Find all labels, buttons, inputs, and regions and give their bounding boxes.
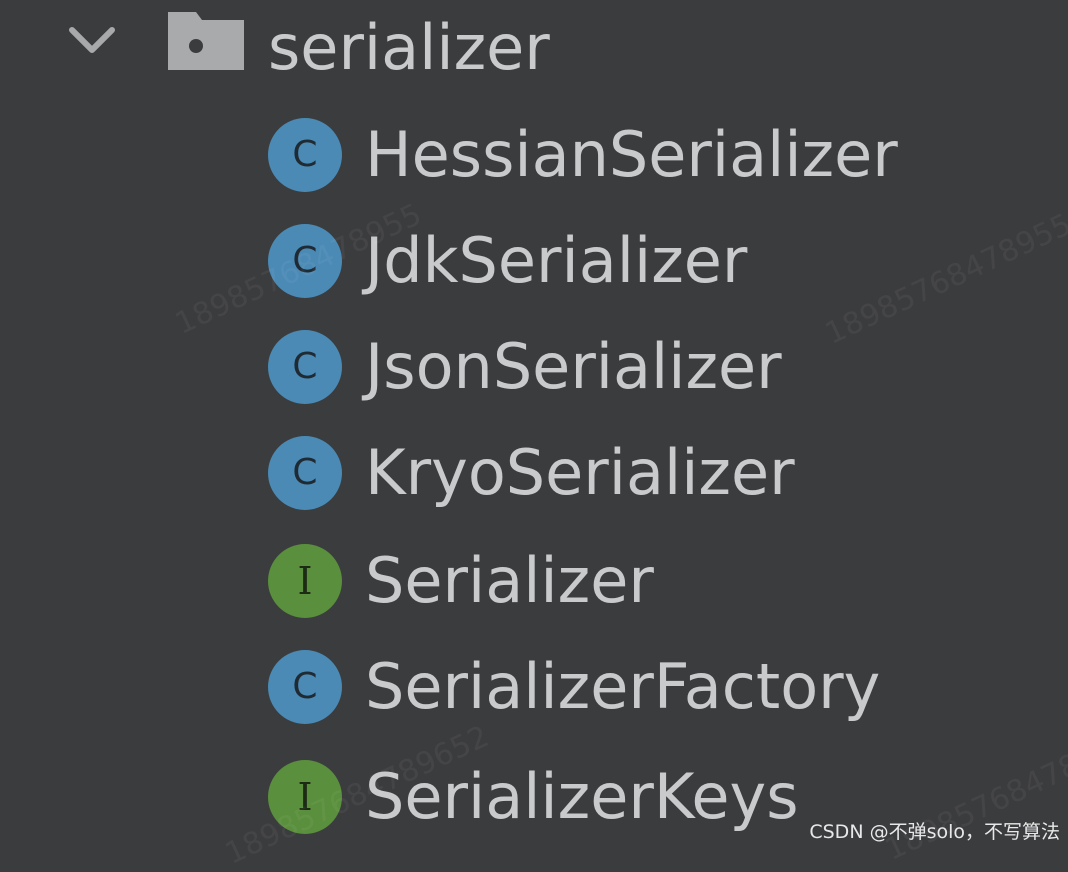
interface-badge-letter: I	[297, 559, 313, 603]
csdn-credit: CSDN @不弹solo，不写算法	[809, 821, 1060, 843]
tree-item-label: HessianSerializer	[365, 118, 898, 191]
class-icon: C	[268, 650, 342, 724]
tree-item-label: JdkSerializer	[365, 224, 748, 297]
interface-icon: I	[268, 544, 342, 618]
tree-item-label: SerializerFactory	[365, 650, 881, 723]
folder-row-serializer[interactable]: serializer	[0, 0, 1068, 100]
tree-item-json-serializer[interactable]: C JsonSerializer	[0, 330, 1068, 430]
class-badge-letter: C	[292, 666, 318, 707]
tree-item-label: Serializer	[365, 544, 654, 617]
class-icon: C	[268, 436, 342, 510]
class-icon: C	[268, 330, 342, 404]
tree-item-serializer-factory[interactable]: C SerializerFactory	[0, 650, 1068, 750]
chevron-down-icon[interactable]	[66, 14, 118, 66]
class-badge-letter: C	[292, 346, 318, 387]
tree-item-hessian-serializer[interactable]: C HessianSerializer	[0, 118, 1068, 218]
class-icon: C	[268, 118, 342, 192]
tree-item-serializer[interactable]: I Serializer	[0, 544, 1068, 644]
tree-item-kryo-serializer[interactable]: C KryoSerializer	[0, 436, 1068, 536]
folder-label: serializer	[268, 11, 550, 84]
class-badge-letter: C	[292, 134, 318, 175]
tree-item-label: KryoSerializer	[365, 436, 795, 509]
class-badge-letter: C	[292, 452, 318, 493]
folder-icon	[168, 12, 244, 70]
project-tree: serializer C HessianSerializer C JdkSeri…	[0, 0, 1068, 850]
tree-item-label: JsonSerializer	[365, 330, 782, 403]
